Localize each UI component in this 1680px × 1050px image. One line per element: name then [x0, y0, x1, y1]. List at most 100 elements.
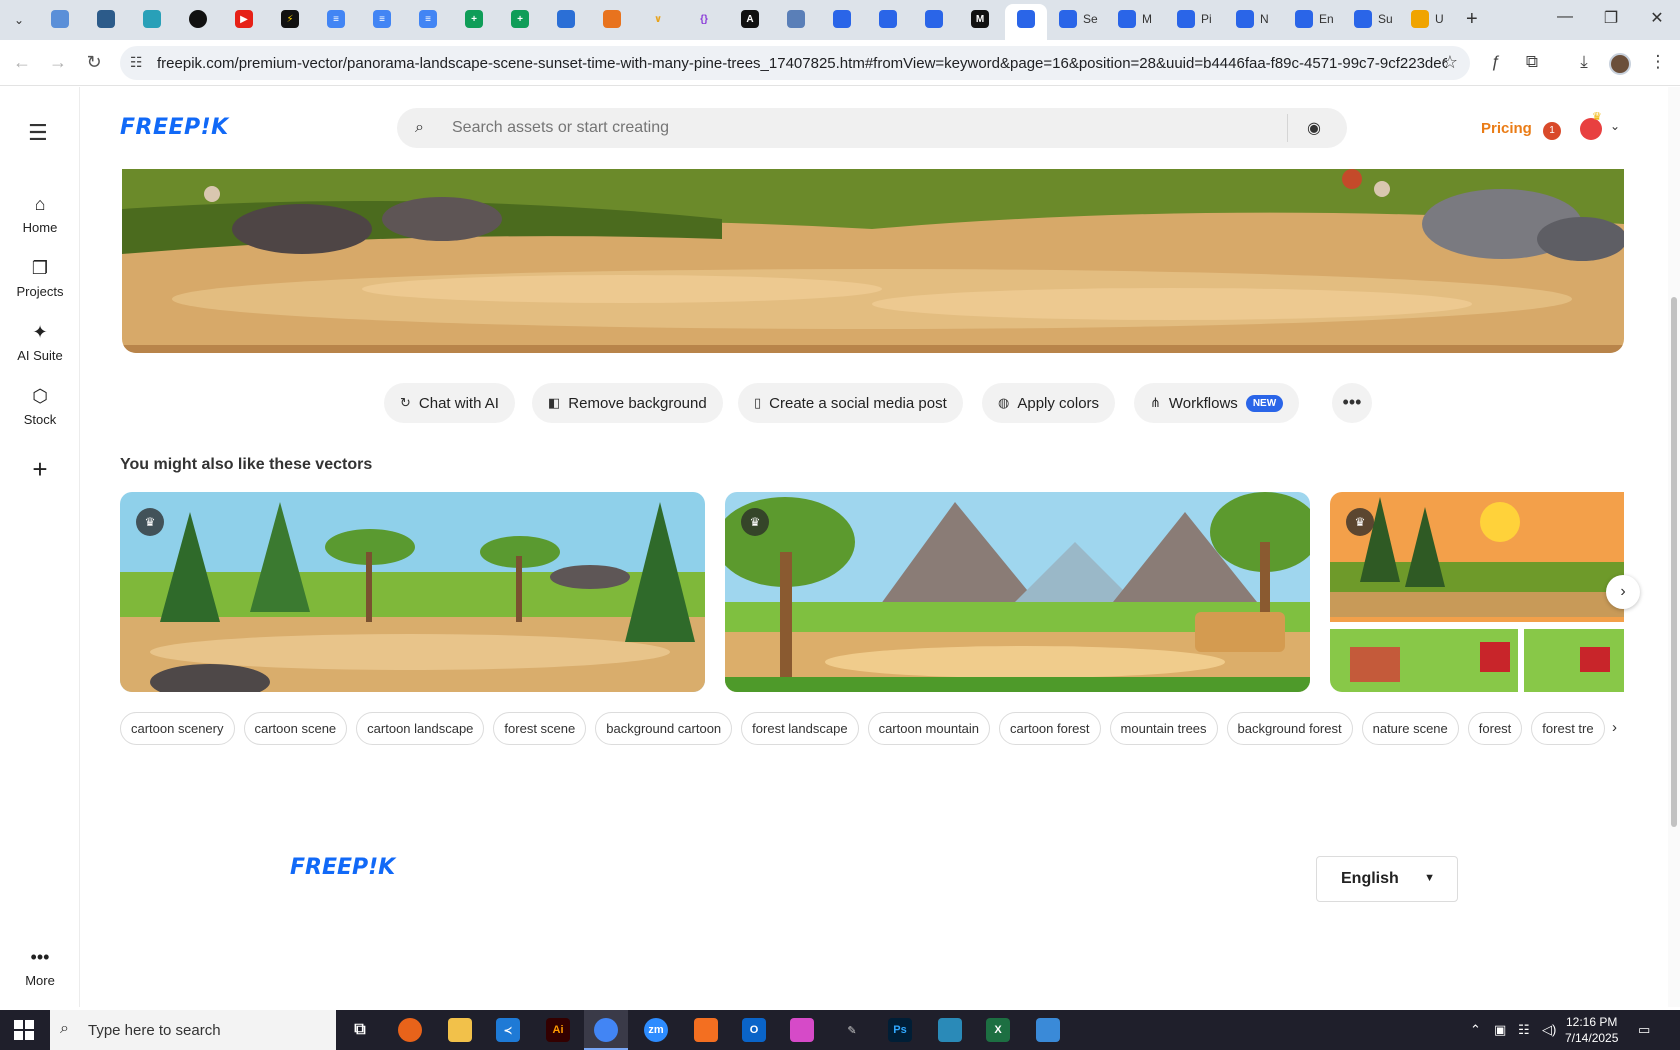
related-card[interactable]: ♛: [120, 492, 705, 692]
tab-favicon[interactable]: M: [971, 10, 989, 28]
back-icon[interactable]: ←: [10, 52, 34, 73]
tab-favicon[interactable]: [925, 10, 943, 28]
network-icon[interactable]: ☷: [1518, 1022, 1530, 1038]
forward-icon[interactable]: →: [46, 52, 70, 73]
freepik-tab-icon[interactable]: [1017, 10, 1035, 28]
tab-favicon[interactable]: [1411, 10, 1429, 28]
creative-cloud-icon[interactable]: [790, 1018, 814, 1042]
freepik-logo[interactable]: FREEP!K: [120, 115, 229, 140]
notifications-icon[interactable]: ▭: [1638, 1022, 1650, 1038]
reload-icon[interactable]: ↻: [82, 52, 106, 73]
rail-item-stock[interactable]: ⬡ Stock: [0, 384, 80, 427]
tab-favicon[interactable]: A: [741, 10, 759, 28]
main-preview-image[interactable]: [122, 169, 1624, 353]
workflows-button[interactable]: ⋔ Workflows NEW: [1134, 383, 1300, 423]
illustrator-icon[interactable]: Ai: [546, 1018, 570, 1042]
tag-chip[interactable]: cartoon mountain: [867, 712, 991, 745]
tab-favicon[interactable]: [189, 10, 207, 28]
tab-favicon[interactable]: [879, 10, 897, 28]
site-info-icon[interactable]: ☷: [130, 54, 143, 71]
minimize-icon[interactable]: —: [1550, 8, 1580, 26]
pen-tool-icon[interactable]: ✎: [840, 1018, 864, 1042]
tab-favicon[interactable]: [1295, 10, 1313, 28]
app-icon[interactable]: [1036, 1018, 1060, 1042]
related-card[interactable]: ♛: [725, 492, 1310, 692]
docs-icon[interactable]: ≡: [327, 10, 345, 28]
vscode-icon[interactable]: ≺: [496, 1018, 520, 1042]
camera-icon[interactable]: ◉: [1307, 118, 1321, 138]
tag-chip[interactable]: forest: [1467, 712, 1523, 745]
notification-badge[interactable]: 1: [1543, 122, 1561, 140]
tab-favicon[interactable]: [1354, 10, 1372, 28]
chevron-down-icon[interactable]: ⌄: [1610, 119, 1620, 133]
tab-favicon[interactable]: [1177, 10, 1195, 28]
tab-title[interactable]: Se: [1083, 12, 1098, 26]
add-icon[interactable]: +: [0, 456, 80, 482]
photoshop-icon[interactable]: Ps: [888, 1018, 912, 1042]
xampp-icon[interactable]: [694, 1018, 718, 1042]
tag-chip[interactable]: background cartoon: [595, 712, 733, 745]
tab-title[interactable]: N: [1260, 12, 1269, 26]
rail-item-projects[interactable]: ❐ Projects: [0, 256, 80, 299]
search-input[interactable]: [452, 117, 1252, 139]
pricing-link[interactable]: Pricing: [1481, 120, 1532, 137]
tab-title[interactable]: Su: [1378, 12, 1393, 26]
create-social-post-button[interactable]: ▯ Create a social media post: [738, 383, 963, 423]
tag-chip[interactable]: cartoon forest: [999, 712, 1101, 745]
tab-favicon[interactable]: [1236, 10, 1254, 28]
rail-item-more[interactable]: ••• More: [0, 945, 80, 988]
remove-background-button[interactable]: ◧ Remove background: [532, 383, 723, 423]
tab-favicon[interactable]: [1059, 10, 1077, 28]
address-bar[interactable]: ☷ freepik.com/premium-vector/panorama-la…: [120, 46, 1470, 80]
outlook-icon[interactable]: O: [742, 1018, 766, 1042]
tab-favicon[interactable]: ∨: [649, 10, 667, 28]
tab-favicon[interactable]: {}: [695, 10, 713, 28]
tag-chip[interactable]: cartoon scene: [243, 712, 348, 745]
tab-title[interactable]: En: [1319, 12, 1334, 26]
tab-favicon[interactable]: [97, 10, 115, 28]
task-view-icon[interactable]: ⧉: [348, 1018, 372, 1042]
tab-favicon[interactable]: [557, 10, 575, 28]
chrome-icon[interactable]: [594, 1018, 618, 1042]
close-icon[interactable]: ✕: [1642, 8, 1672, 28]
rail-item-ai-suite[interactable]: ✦ AI Suite: [0, 320, 80, 363]
language-select[interactable]: English ▼: [1316, 856, 1458, 902]
bookmark-star-icon[interactable]: ☆: [1442, 52, 1458, 73]
extension-icon[interactable]: ƒ: [1484, 52, 1508, 72]
footer-logo[interactable]: FREEP!K: [290, 855, 395, 880]
youtube-icon[interactable]: ▶: [235, 10, 253, 28]
restore-icon[interactable]: ❐: [1596, 8, 1626, 28]
excel-icon[interactable]: X: [986, 1018, 1010, 1042]
volume-icon[interactable]: ◁): [1542, 1022, 1556, 1038]
tab-favicon[interactable]: [143, 10, 161, 28]
related-card[interactable]: ♛: [1330, 492, 1624, 692]
tab-title[interactable]: U: [1435, 12, 1444, 26]
tag-chip[interactable]: cartoon scenery: [120, 712, 235, 745]
apply-colors-button[interactable]: ◍ Apply colors: [982, 383, 1116, 423]
docs-icon[interactable]: ≡: [419, 10, 437, 28]
chat-with-ai-button[interactable]: ↻ Chat with AI: [384, 383, 515, 423]
tag-chip[interactable]: cartoon landscape: [356, 712, 485, 745]
firefox-icon[interactable]: [398, 1018, 422, 1042]
tab-favicon[interactable]: [51, 10, 69, 28]
docs-icon[interactable]: ≡: [373, 10, 391, 28]
extensions-puzzle-icon[interactable]: ⧉: [1520, 52, 1544, 72]
menu-kebab-icon[interactable]: ⋮: [1646, 52, 1670, 72]
tag-chip[interactable]: forest tre: [1531, 712, 1605, 745]
hamburger-menu-icon[interactable]: ☰: [28, 120, 48, 146]
app-icon[interactable]: [938, 1018, 962, 1042]
sheets-icon[interactable]: +: [465, 10, 483, 28]
tab-search-icon[interactable]: ⌄: [6, 8, 32, 32]
tab-favicon[interactable]: [787, 10, 805, 28]
url-text[interactable]: freepik.com/premium-vector/panorama-land…: [157, 55, 1447, 72]
tray-chevron-icon[interactable]: ⌃: [1470, 1022, 1481, 1038]
tag-chip[interactable]: mountain trees: [1109, 712, 1218, 745]
tab-favicon[interactable]: ⚡: [281, 10, 299, 28]
file-explorer-icon[interactable]: [448, 1018, 472, 1042]
tag-chip[interactable]: background forest: [1226, 712, 1353, 745]
zoom-icon[interactable]: zm: [644, 1018, 668, 1042]
search-bar[interactable]: ⌕ ◉: [397, 108, 1347, 148]
rail-item-home[interactable]: ⌂ Home: [0, 192, 80, 235]
new-tab-icon[interactable]: +: [1466, 8, 1478, 31]
windows-start-icon[interactable]: [14, 1020, 34, 1040]
